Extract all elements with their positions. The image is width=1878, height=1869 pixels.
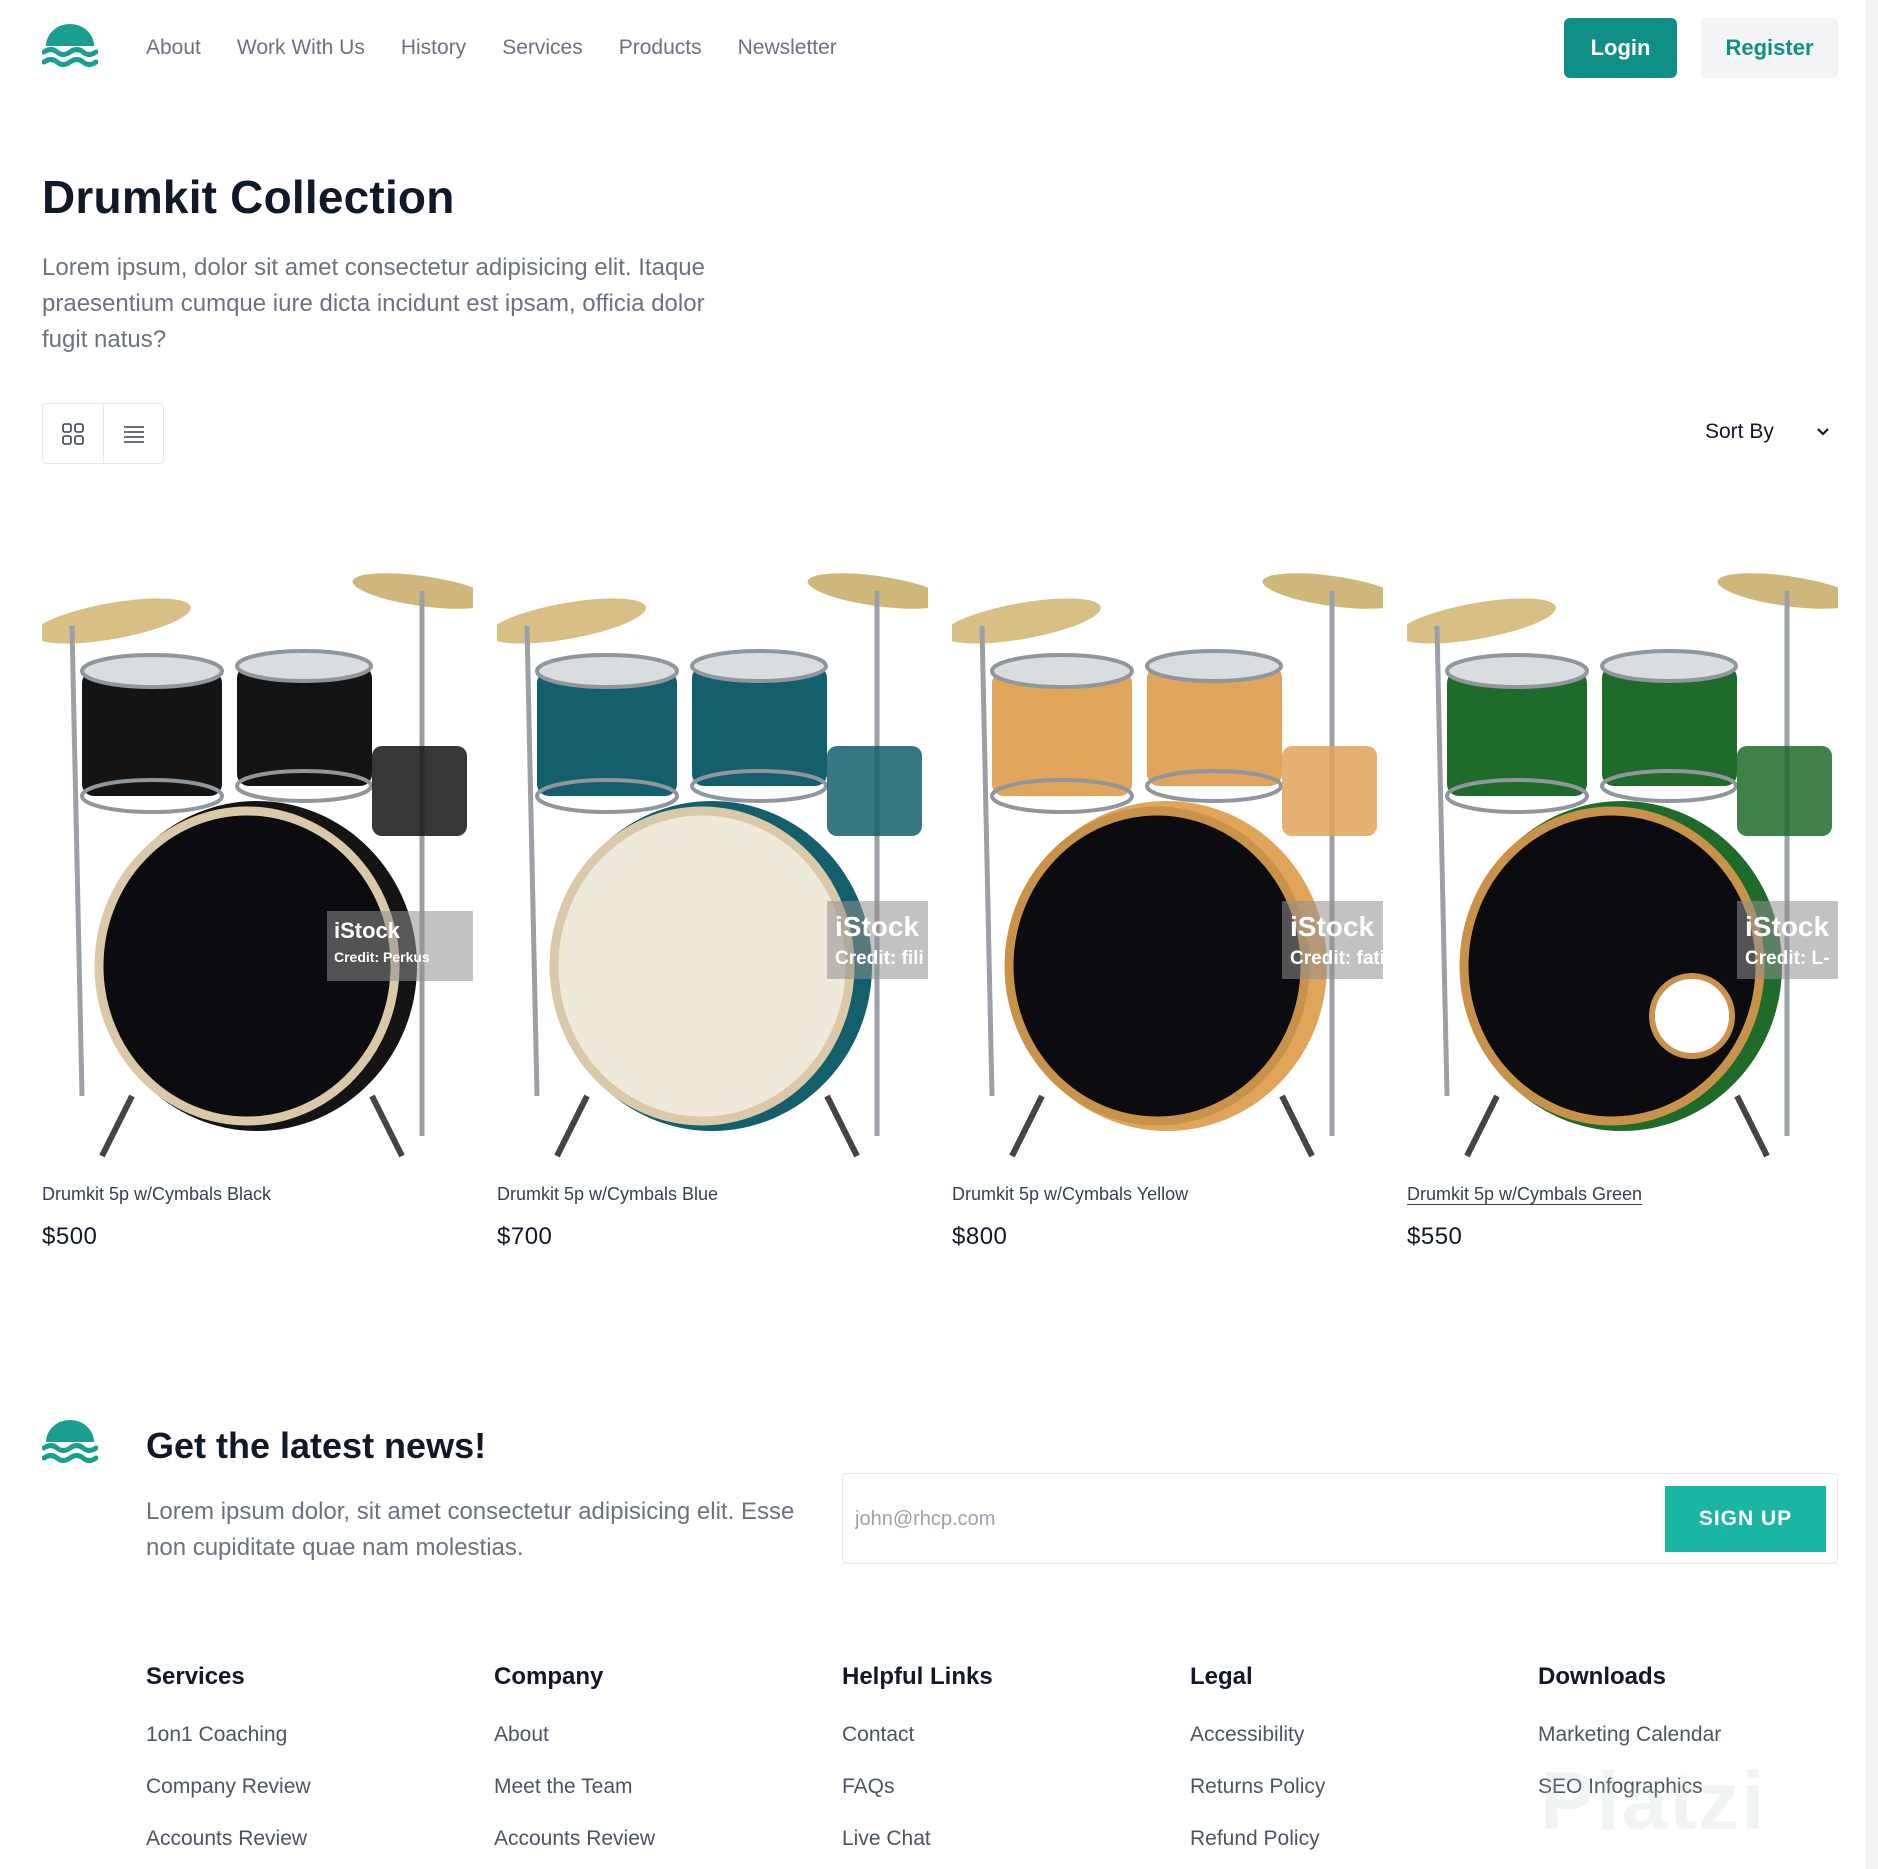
newsletter-form: SIGN UP xyxy=(842,1473,1838,1564)
list-view-button[interactable] xyxy=(103,404,163,463)
footer-link[interactable]: About xyxy=(494,1723,842,1747)
nav-history[interactable]: History xyxy=(401,36,466,60)
main-nav: About Work With Us History Services Prod… xyxy=(146,36,873,60)
email-field[interactable] xyxy=(855,1500,1635,1538)
footer-column-company: Company About Meet the Team Accounts Review xyxy=(494,1663,842,1869)
product-image[interactable]: iStock Credit: L- xyxy=(1407,496,1838,1162)
istock-credit: Credit: fatih xyxy=(1290,948,1383,969)
footer-link[interactable]: Accessibility xyxy=(1190,1723,1538,1747)
footer-column-services: Services 1on1 Coaching Company Review Accou… xyxy=(146,1663,494,1869)
footer-link[interactable]: Refund Policy xyxy=(1190,1827,1538,1851)
product-card[interactable]: iStock Credit: fatih Drumkit 5p w/Cymbal… xyxy=(952,496,1383,1251)
page-description: Lorem ipsum, dolor sit amet consectetur … xyxy=(42,254,705,353)
newsletter-title: Get the latest news! xyxy=(146,1425,487,1466)
footer-column-legal: Legal Accessibility Returns Policy Refund P… xyxy=(1190,1663,1538,1869)
istock-watermark: iStock xyxy=(835,911,919,942)
wave-logo-icon[interactable] xyxy=(42,24,98,72)
product-name[interactable]: Drumkit 5p w/Cymbals Yellow xyxy=(952,1184,1383,1205)
footer-heading: Company xyxy=(494,1663,604,1690)
product-price: $550 xyxy=(1407,1223,1463,1250)
product-image[interactable]: iStock Credit: fili xyxy=(497,496,928,1162)
istock-credit: Credit: fili xyxy=(835,948,924,969)
page-title: Drumkit Collection xyxy=(42,171,455,223)
chevron-down-icon xyxy=(1817,428,1829,436)
istock-credit: Credit: L- xyxy=(1745,948,1829,969)
footer-link[interactable]: Accounts Review xyxy=(146,1827,494,1851)
product-name[interactable]: Drumkit 5p w/Cymbals Blue xyxy=(497,1184,928,1205)
scrollbar[interactable] xyxy=(1866,0,1878,1869)
sort-dropdown[interactable]: Sort By xyxy=(1705,420,1832,444)
istock-watermark: iStock xyxy=(334,918,401,943)
product-name[interactable]: Drumkit 5p w/Cymbals Green xyxy=(1407,1184,1838,1205)
product-price: $700 xyxy=(497,1223,553,1250)
footer-link[interactable]: Meet the Team xyxy=(494,1775,842,1799)
istock-watermark: iStock xyxy=(1290,911,1374,942)
nav-services[interactable]: Services xyxy=(502,36,583,60)
nav-work-with-us[interactable]: Work With Us xyxy=(237,36,365,60)
istock-watermark: iStock xyxy=(1745,911,1829,942)
newsletter-description: Lorem ipsum dolor, sit amet consectetur … xyxy=(146,1498,795,1561)
login-button[interactable]: Login xyxy=(1564,18,1677,78)
footer-heading: Services xyxy=(146,1663,245,1690)
list-icon xyxy=(123,425,144,443)
product-price: $800 xyxy=(952,1223,1008,1250)
site-header: About Work With Us History Services Prod… xyxy=(0,0,1878,100)
footer-link[interactable]: Contact xyxy=(842,1723,1190,1747)
footer-heading: Downloads xyxy=(1538,1663,1667,1690)
footer-heading: Legal xyxy=(1190,1663,1253,1690)
footer-link[interactable]: Returns Policy xyxy=(1190,1775,1538,1799)
grid-view-button[interactable] xyxy=(43,404,103,463)
footer-column-helpful-links: Helpful Links Contact FAQs Live Chat xyxy=(842,1663,1190,1869)
product-name[interactable]: Drumkit 5p w/Cymbals Black xyxy=(42,1184,473,1205)
product-image[interactable]: iStock Credit: Perkus xyxy=(42,496,473,1162)
footer-heading: Helpful Links xyxy=(842,1663,993,1690)
register-button[interactable]: Register xyxy=(1701,18,1838,78)
istock-credit: Credit: Perkus xyxy=(334,949,430,965)
nav-newsletter[interactable]: Newsletter xyxy=(738,36,837,60)
product-price: $500 xyxy=(42,1223,98,1250)
product-grid: iStock Credit: Perkus Drumkit 5p w/Cymba… xyxy=(42,496,1838,1251)
nav-products[interactable]: Products xyxy=(619,36,702,60)
footer-link[interactable]: Company Review xyxy=(146,1775,494,1799)
footer-link[interactable]: Live Chat xyxy=(842,1827,1190,1851)
view-toggle xyxy=(42,403,164,464)
footer-link[interactable]: Marketing Calendar xyxy=(1538,1723,1878,1747)
signup-button[interactable]: SIGN UP xyxy=(1665,1486,1826,1552)
wave-logo-icon xyxy=(42,1420,98,1463)
sort-label: Sort By xyxy=(1705,420,1774,443)
product-card[interactable]: iStock Credit: fili Drumkit 5p w/Cymbals… xyxy=(497,496,928,1251)
footer-link[interactable]: FAQs xyxy=(842,1775,1190,1799)
product-card[interactable]: iStock Credit: Perkus Drumkit 5p w/Cymba… xyxy=(42,496,473,1251)
grid-icon xyxy=(62,422,84,445)
product-image[interactable]: iStock Credit: fatih xyxy=(952,496,1383,1162)
footer-link[interactable]: Accounts Review xyxy=(494,1827,842,1851)
footer-link[interactable]: 1on1 Coaching xyxy=(146,1723,494,1747)
product-card[interactable]: iStock Credit: L- Drumkit 5p w/Cymbals G… xyxy=(1407,496,1838,1251)
platzi-watermark: Platzi xyxy=(1540,1756,1767,1847)
nav-about[interactable]: About xyxy=(146,36,201,60)
